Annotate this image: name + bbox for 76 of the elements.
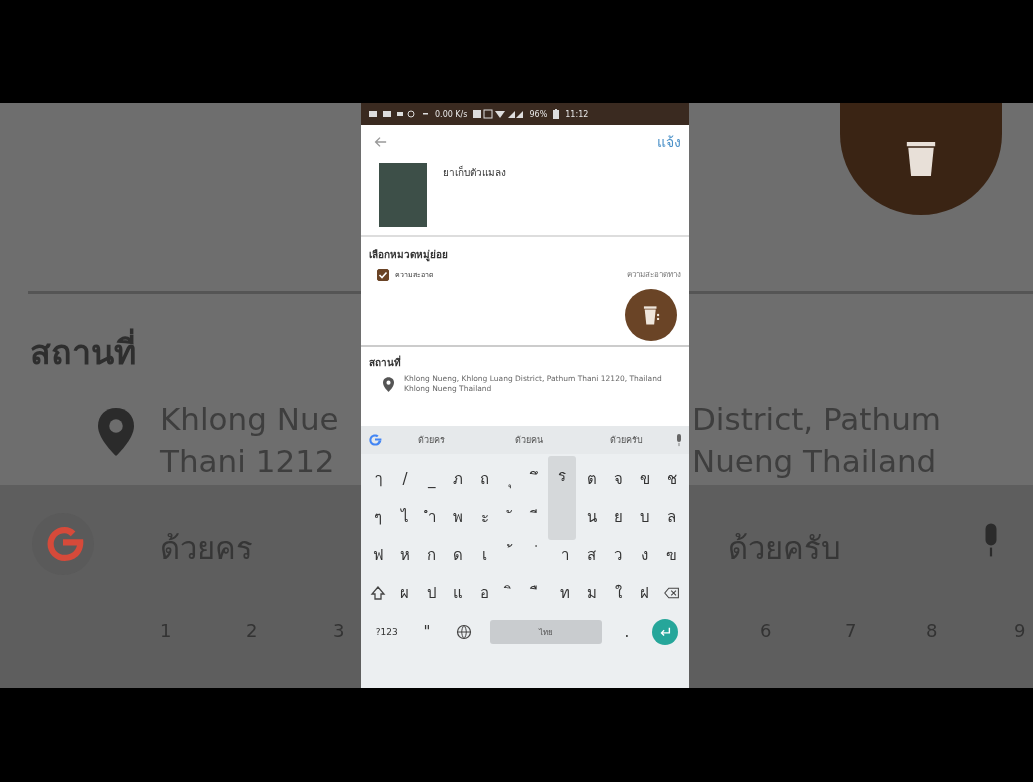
back-arrow-icon[interactable] — [373, 135, 387, 149]
key[interactable]: ไ — [393, 505, 417, 529]
shift-icon[interactable] — [370, 585, 387, 601]
key[interactable]: _ — [419, 470, 444, 488]
signal-icons — [473, 109, 524, 119]
symbols-key[interactable]: ?123 — [371, 627, 402, 637]
section-title: สถานที่ — [369, 355, 402, 370]
key[interactable]: ง — [632, 543, 657, 567]
suggestion[interactable]: ด้วยครับ — [577, 432, 675, 448]
clock: 11:12 — [565, 109, 589, 119]
trash-can-icon — [904, 139, 938, 179]
key[interactable]: ภ — [446, 467, 471, 491]
key[interactable]: ่ — [526, 543, 551, 567]
key[interactable]: " — [415, 623, 439, 641]
key[interactable]: ม — [579, 581, 604, 605]
key[interactable]: ป — [419, 581, 444, 605]
key[interactable]: บ — [632, 505, 657, 529]
key[interactable]: อ — [472, 581, 497, 605]
key[interactable]: ุ — [499, 467, 524, 491]
key-preview: ร — [548, 456, 576, 540]
key[interactable]: ๆ — [366, 505, 391, 529]
photo-placeholder — [379, 163, 427, 227]
key[interactable]: ถ — [472, 467, 497, 491]
key[interactable]: า — [552, 543, 577, 567]
space-bar[interactable]: ไทย — [489, 620, 602, 644]
location-pin-icon — [383, 377, 394, 392]
key[interactable]: ใ — [606, 581, 631, 605]
key[interactable]: ี — [526, 505, 551, 529]
key[interactable]: ผ — [393, 581, 417, 605]
key[interactable]: ฃ — [659, 543, 684, 567]
key[interactable]: ล — [659, 505, 684, 529]
return-arrow-icon — [658, 625, 673, 639]
key[interactable]: ห — [393, 543, 417, 567]
category-note: ความสะอาดทาง — [627, 269, 681, 281]
key[interactable]: ฟ — [366, 543, 391, 567]
key[interactable]: ิ — [499, 581, 524, 605]
key[interactable]: ท — [552, 581, 577, 605]
enter-button[interactable] — [652, 619, 679, 645]
globe-icon[interactable] — [456, 624, 473, 640]
key[interactable]: น — [579, 505, 604, 529]
key[interactable]: ข — [632, 467, 657, 491]
location-pin-icon — [98, 408, 134, 456]
key[interactable]: ะ — [472, 505, 497, 529]
key[interactable]: ย — [606, 505, 631, 529]
key[interactable]: ต — [579, 467, 604, 491]
key[interactable]: / — [393, 470, 417, 488]
battery-icon — [553, 109, 560, 119]
notification-icons — [369, 109, 429, 119]
trash-button[interactable] — [625, 289, 677, 341]
key[interactable]: ้ — [499, 543, 524, 567]
key[interactable]: ด — [446, 543, 471, 567]
key[interactable]: ว — [606, 543, 631, 567]
backdrop-heading: สถานที่ — [30, 325, 136, 379]
key[interactable]: ก — [419, 543, 444, 567]
key[interactable]: แ — [446, 581, 471, 605]
key[interactable]: ำ — [419, 505, 444, 529]
send-button[interactable]: แจ้ง — [657, 131, 681, 153]
backspace-icon[interactable] — [663, 585, 680, 601]
key[interactable]: ฝ — [632, 581, 657, 605]
key[interactable]: เ — [472, 543, 497, 567]
key[interactable]: ึ — [526, 467, 551, 491]
suggestion[interactable]: ด้วยคร — [383, 432, 481, 448]
key[interactable]: ช — [659, 467, 684, 491]
key[interactable]: . — [614, 623, 639, 641]
key[interactable]: จ — [606, 467, 631, 491]
key[interactable]: ๅ — [366, 467, 391, 491]
battery-percent: 96% — [529, 109, 548, 119]
key[interactable]: พ — [446, 505, 471, 529]
key[interactable]: ั — [499, 505, 524, 529]
section-title: เลือกหมวดหมู่ย่อย — [369, 248, 449, 262]
key[interactable]: ื — [526, 581, 551, 605]
google-g-icon[interactable] — [367, 432, 383, 448]
suggestion[interactable]: ด้วยคน — [480, 432, 578, 448]
key[interactable]: ส — [579, 543, 604, 567]
trash-can-icon — [641, 304, 661, 326]
network-speed: 0.00 K/s — [435, 109, 468, 119]
